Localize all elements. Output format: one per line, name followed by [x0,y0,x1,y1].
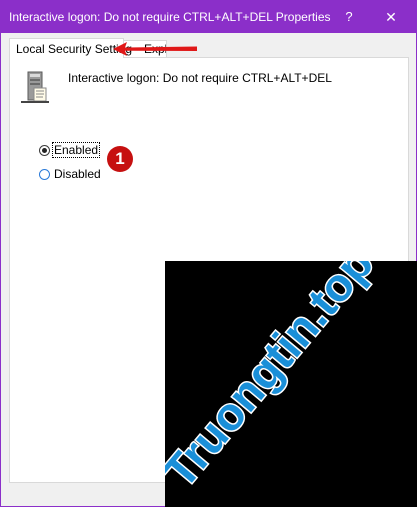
watermark-panel: Truongtin.top [165,261,417,507]
annotation-arrow-icon [113,42,197,56]
tab-local-security-setting[interactable]: Local Security Setting [9,38,132,58]
policy-description: Interactive logon: Do not require CTRL+A… [68,71,332,85]
watermark-logo: Truongtin.top [165,261,385,499]
help-button[interactable]: ? [334,1,364,33]
step-number-badge: 1 [107,146,133,172]
enabled-radio[interactable] [39,144,50,156]
enabled-option[interactable]: Enabled [39,142,101,158]
svg-text:Truongtin.top: Truongtin.top [165,261,383,497]
enabled-label[interactable]: Enabled [51,142,101,158]
close-button[interactable]: ✕ [368,1,414,33]
disabled-label[interactable]: Disabled [53,167,102,181]
disabled-radio[interactable] [39,168,50,180]
title-bar[interactable]: Interactive logon: Do not require CTRL+A… [1,1,416,33]
policy-server-icon [21,71,49,103]
disabled-option[interactable]: Disabled [39,166,102,182]
window-title: Interactive logon: Do not require CTRL+A… [9,10,331,24]
